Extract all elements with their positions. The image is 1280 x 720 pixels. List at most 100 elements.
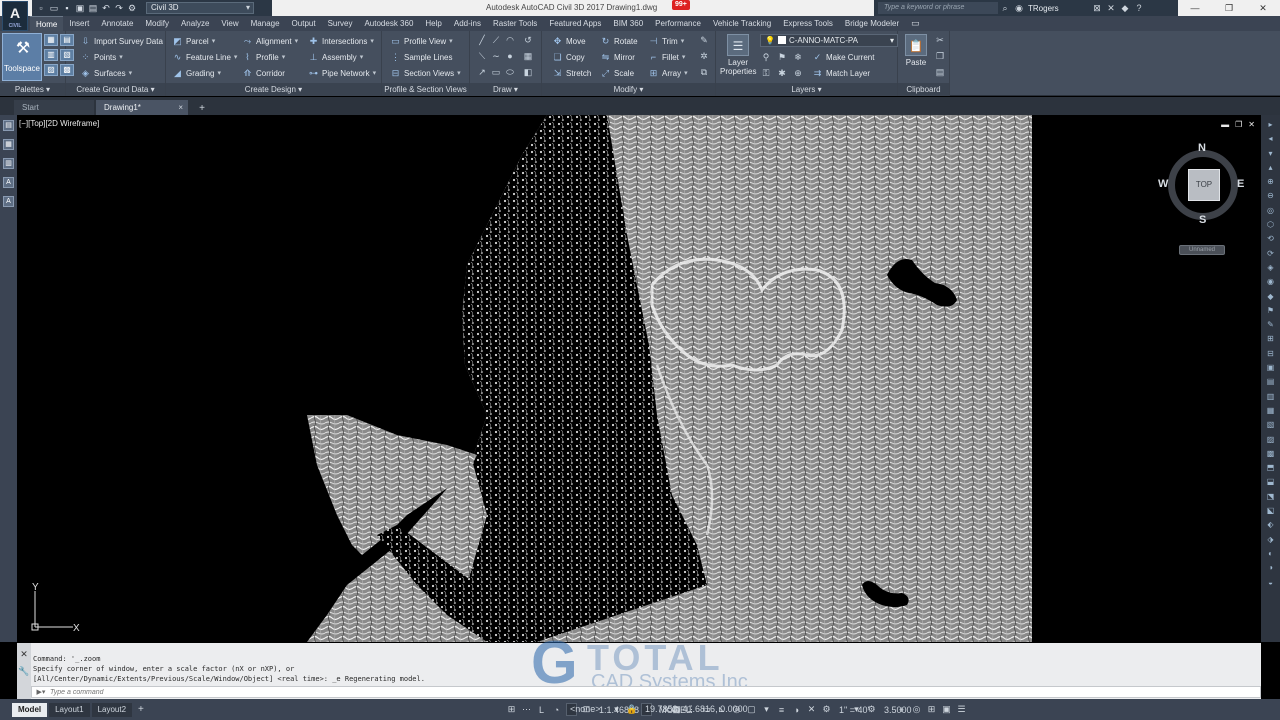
tool-icon[interactable]: ◉ bbox=[1265, 277, 1276, 286]
tab-drawing1[interactable]: Drawing1* × bbox=[96, 100, 188, 115]
tool-icon[interactable]: ◆ bbox=[1265, 292, 1276, 301]
spline-icon[interactable]: ∼ bbox=[490, 50, 502, 62]
annotation-scale[interactable]: 1" = 40' bbox=[836, 705, 869, 715]
copy-button[interactable]: ❏ Copy bbox=[552, 50, 584, 64]
tool-icon[interactable]: ▧ bbox=[1265, 420, 1276, 429]
make-current-button[interactable]: ✓ Make Current bbox=[812, 50, 875, 64]
close-icon[interactable]: ✕ bbox=[17, 649, 31, 660]
a360-icon[interactable]: ◆ bbox=[1118, 2, 1132, 14]
grid-icon[interactable]: ⊞ bbox=[506, 704, 517, 715]
tool-icon[interactable]: ⊕ bbox=[1265, 177, 1276, 186]
tool-icon[interactable]: ⬕ bbox=[1265, 506, 1276, 515]
toolspace-button[interactable]: ⚒ Toolspace bbox=[2, 33, 42, 81]
toolspace-tab-icon[interactable]: ▤ bbox=[3, 120, 14, 131]
tool-icon[interactable]: ⬗ bbox=[1265, 535, 1276, 544]
import-survey-data-button[interactable]: ⇩ Import Survey Data bbox=[80, 34, 163, 48]
tab-annotate[interactable]: Annotate bbox=[95, 16, 139, 31]
tab-start[interactable]: Start bbox=[14, 100, 94, 115]
tool-icon[interactable]: ⟳ bbox=[1265, 249, 1276, 258]
tab-bim-360[interactable]: BIM 360 bbox=[607, 16, 649, 31]
layer-isolate-icon[interactable]: ⚑ bbox=[776, 51, 788, 63]
tab-add-ins[interactable]: Add-ins bbox=[448, 16, 487, 31]
ribbon-display-toggle-icon[interactable]: ▭ bbox=[911, 18, 920, 29]
annotation-visibility-icon[interactable]: ✕ bbox=[806, 704, 817, 715]
ray-icon[interactable]: ↗ bbox=[476, 66, 488, 78]
tab-modify[interactable]: Modify bbox=[139, 16, 175, 31]
search-icon[interactable]: ⌕ bbox=[998, 2, 1012, 14]
chevron-down-icon[interactable]: ▾ bbox=[851, 704, 862, 715]
hatch-icon[interactable]: ▦ bbox=[522, 50, 534, 62]
tool-icon[interactable]: ◈ bbox=[1265, 263, 1276, 272]
plot-icon[interactable]: ▤ bbox=[88, 3, 98, 13]
coordinates-readout[interactable]: 19.7853, 41.6816, 0.0000 bbox=[641, 703, 748, 716]
tool-icon[interactable]: ◒ bbox=[1265, 578, 1276, 587]
ortho-icon[interactable]: L bbox=[536, 705, 547, 715]
corridor-button[interactable]: ⟰ Corridor bbox=[242, 66, 285, 80]
trim-button[interactable]: ⊣ Trim ▾ bbox=[648, 34, 685, 48]
tool-icon[interactable]: ▣ bbox=[1265, 363, 1276, 372]
erase-icon[interactable]: ✎ bbox=[698, 34, 710, 46]
surfaces-button[interactable]: ◈ Surfaces ▾ bbox=[80, 66, 132, 80]
viewport-scale-icon[interactable]: ⊡ bbox=[581, 704, 592, 715]
ortho-mode-icon[interactable]: ⊾ bbox=[716, 704, 727, 715]
viewcube-top-face[interactable]: TOP bbox=[1188, 169, 1220, 201]
grading-button[interactable]: ◢ Grading ▾ bbox=[172, 66, 221, 80]
tab-survey[interactable]: Survey bbox=[322, 16, 359, 31]
fillet-button[interactable]: ⌐ Fillet ▾ bbox=[648, 50, 686, 64]
circle-icon[interactable]: ● bbox=[504, 50, 516, 62]
arc-icon[interactable]: ◠ bbox=[504, 34, 516, 46]
layer-freeze-icon[interactable]: ❄ bbox=[792, 51, 804, 63]
array-button[interactable]: ⊞ Array ▾ bbox=[648, 66, 688, 80]
text-tab-icon[interactable]: A bbox=[3, 196, 14, 207]
tool-icon[interactable]: ◎ bbox=[1265, 206, 1276, 215]
tool-icon[interactable]: ⬡ bbox=[1265, 220, 1276, 229]
tab-model[interactable]: Model bbox=[12, 702, 48, 717]
isodraft-icon[interactable]: ◎ bbox=[731, 704, 742, 715]
dynamic-input-icon[interactable]: ▭ bbox=[701, 704, 712, 715]
alignment-button[interactable]: ⤳ Alignment ▾ bbox=[242, 34, 298, 48]
add-layout-button[interactable]: + bbox=[138, 704, 144, 715]
feature-line-button[interactable]: ∿ Feature Line ▾ bbox=[172, 50, 238, 64]
tab-manage[interactable]: Manage bbox=[245, 16, 286, 31]
tool-icon[interactable]: ▤ bbox=[1265, 377, 1276, 386]
panel-title-modify[interactable]: Modify ▾ bbox=[542, 83, 715, 96]
tool-icon[interactable]: ◐ bbox=[1265, 549, 1276, 558]
tool-icon[interactable]: ✎ bbox=[1265, 320, 1276, 329]
compass-north-label[interactable]: N bbox=[1198, 142, 1206, 154]
prospector-icon[interactable]: ▥ bbox=[44, 49, 58, 61]
intersections-button[interactable]: ✚ Intersections ▾ bbox=[308, 34, 374, 48]
model-space-toggle[interactable]: MODEL bbox=[656, 705, 691, 715]
copy-clip-icon[interactable]: ❐ bbox=[934, 50, 946, 62]
layer-off-icon[interactable]: ⚲ bbox=[760, 51, 772, 63]
points-button[interactable]: ⁘ Points ▾ bbox=[80, 50, 123, 64]
panel-title-clipboard[interactable]: Clipboard bbox=[898, 83, 949, 96]
tool-icon[interactable]: ⊟ bbox=[1265, 349, 1276, 358]
customize-icon[interactable]: ☰ bbox=[956, 704, 967, 715]
lineweight-icon[interactable]: ≡ bbox=[776, 705, 787, 715]
tool-palette-tab-icon[interactable]: ▥ bbox=[3, 158, 14, 169]
layer-properties-button[interactable]: ☰ Layer Properties bbox=[720, 34, 756, 76]
tab-layout2[interactable]: Layout2 bbox=[91, 702, 133, 717]
tab-layout1[interactable]: Layout1 bbox=[49, 702, 90, 717]
tool-icon[interactable]: ⬒ bbox=[1265, 463, 1276, 472]
mirror-button[interactable]: ⇋ Mirror bbox=[600, 50, 635, 64]
new-file-icon[interactable]: ▫ bbox=[36, 3, 46, 13]
save-as-icon[interactable]: ▣ bbox=[75, 3, 85, 13]
annotation-icon[interactable]: ⚙ bbox=[821, 704, 832, 715]
ucs-menu[interactable]: Unnamed bbox=[1179, 245, 1225, 255]
offset-icon[interactable]: ⧉ bbox=[698, 66, 710, 78]
tab-autodesk-360[interactable]: Autodesk 360 bbox=[358, 16, 419, 31]
tool-icon[interactable]: ▾ bbox=[1265, 149, 1276, 158]
tab-help[interactable]: Help bbox=[419, 16, 447, 31]
viewcube[interactable]: TOP N S E W bbox=[1158, 142, 1246, 228]
tool-icon[interactable]: ◂ bbox=[1265, 134, 1276, 143]
transparency-icon[interactable]: ◑ bbox=[791, 705, 802, 715]
tool-icon[interactable]: ▩ bbox=[1265, 449, 1276, 458]
close-icon[interactable]: ✕ bbox=[1248, 120, 1255, 129]
tab-analyze[interactable]: Analyze bbox=[175, 16, 215, 31]
rectangle-icon[interactable]: ▭ bbox=[490, 66, 502, 78]
status-value[interactable]: 3.5000 bbox=[881, 705, 912, 715]
save-icon[interactable]: ▪ bbox=[62, 3, 72, 13]
polyline-icon[interactable]: ⟋ bbox=[490, 34, 502, 46]
pipe-network-button[interactable]: ⊶ Pipe Network ▾ bbox=[308, 66, 376, 80]
